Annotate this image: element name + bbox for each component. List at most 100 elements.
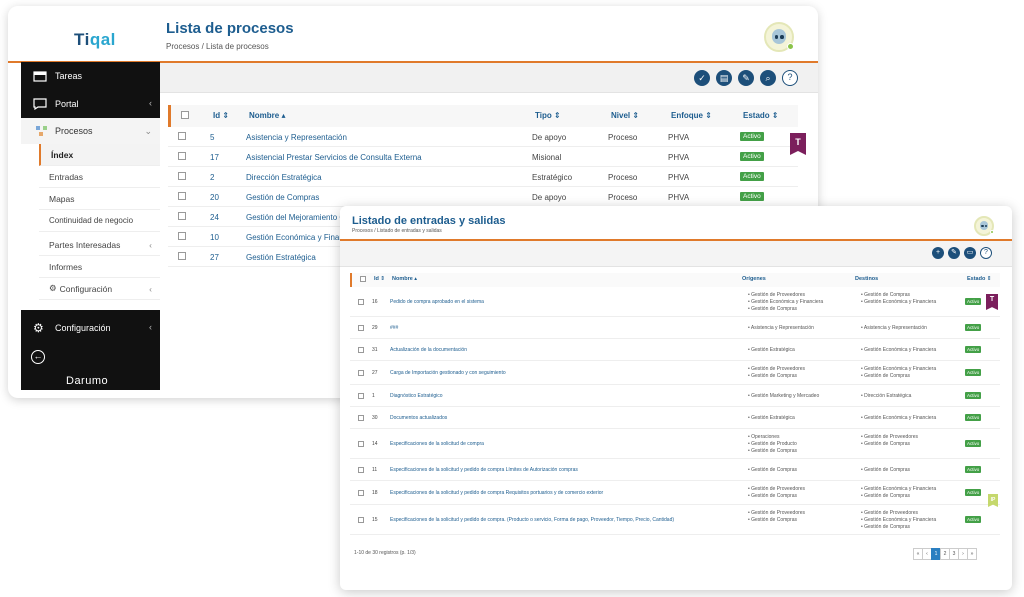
cell-nombre[interactable]: Especificaciones de la solicitud de comp… — [390, 441, 484, 447]
cell-nombre[interactable]: Pedido de compra aprobado en el sistema — [390, 299, 484, 305]
sidebar-item-configuracion[interactable]: ⚙ Configuración ‹ — [21, 316, 160, 340]
select-all-checkbox[interactable] — [360, 276, 366, 282]
cell-id[interactable]: 1 — [372, 393, 375, 399]
table-row[interactable]: 11 Especificaciones de la solicitud y ped… — [350, 459, 1000, 481]
sidebar-item-tareas[interactable]: Tareas — [21, 64, 160, 88]
cell-id[interactable]: 24 — [210, 213, 219, 222]
cell-nombre[interactable]: Dirección Estratégica — [246, 173, 322, 182]
sidebar-item-procesos[interactable]: Procesos ⌄ — [21, 118, 160, 144]
cell-id[interactable]: 15 — [372, 517, 378, 523]
page-button[interactable]: » — [967, 548, 977, 560]
row-checkbox[interactable] — [358, 325, 364, 331]
row-checkbox[interactable] — [178, 192, 186, 200]
edit-button[interactable]: ✎ — [738, 70, 754, 86]
submenu-partes[interactable]: Partes Interesadas ‹ — [39, 234, 160, 256]
cell-nombre[interactable]: Documentos actualizados — [390, 415, 447, 421]
check-button[interactable]: ✓ — [694, 70, 710, 86]
help-button[interactable]: ? — [782, 70, 798, 86]
row-checkbox[interactable] — [358, 370, 364, 376]
table-row[interactable]: 16 Pedido de compra aprobado en el sistem… — [350, 287, 1000, 317]
submenu-index[interactable]: Índex — [39, 144, 160, 166]
row-checkbox[interactable] — [358, 299, 364, 305]
cell-nombre[interactable]: Asistencia y Representación — [246, 133, 347, 142]
cell-nombre[interactable]: Carga de Importación gestionado y con se… — [390, 370, 506, 376]
table-row[interactable]: 30 Documentos actualizados • Gestión Estra… — [350, 407, 1000, 429]
col-nivel[interactable]: Nivel ⇕ — [611, 111, 639, 120]
table-row[interactable]: 15 Especificaciones de la solicitud y ped… — [350, 505, 1000, 535]
table-row[interactable]: 2 Dirección Estratégica Estratégico Proceso… — [168, 167, 798, 187]
row-checkbox[interactable] — [358, 393, 364, 399]
submenu-entradas[interactable]: Entradas — [39, 166, 160, 188]
row-checkbox[interactable] — [358, 467, 364, 473]
breadcrumb-item[interactable]: Procesos — [166, 42, 199, 51]
submenu-informes[interactable]: Informes — [39, 256, 160, 278]
row-checkbox[interactable] — [358, 441, 364, 447]
submenu-mapas[interactable]: Mapas — [39, 188, 160, 210]
cell-id[interactable]: 17 — [210, 153, 219, 162]
sidebar-item-portal[interactable]: Portal ‹ — [21, 92, 160, 116]
help-button[interactable]: ? — [980, 247, 992, 259]
col-tipo[interactable]: Tipo ⇕ — [535, 111, 561, 120]
cell-nombre[interactable]: Gestión de Compras — [246, 193, 319, 202]
row-checkbox[interactable] — [178, 232, 186, 240]
submenu-configuracion[interactable]: ⚙ Configuración ‹ — [39, 278, 160, 300]
cell-nombre[interactable]: Especificaciones de la solicitud y pedid… — [390, 517, 674, 523]
cell-nombre[interactable]: Diagnóstico Estratégico — [390, 393, 443, 399]
table-row[interactable]: 29 ### • Asistencia y Representación • Asis… — [350, 317, 1000, 339]
table-row[interactable]: 20 Gestión de Compras De apoyo Proceso PHVA A… — [168, 187, 798, 207]
cell-id[interactable]: 20 — [210, 193, 219, 202]
table-row[interactable]: 14 Especificaciones de la solicitud de co… — [350, 429, 1000, 459]
search-button[interactable]: ⌕ — [760, 70, 776, 86]
cell-nombre[interactable]: Asistencial Prestar Servicios de Consult… — [246, 153, 422, 162]
row-checkbox[interactable] — [358, 347, 364, 353]
breadcrumb-item[interactable]: Procesos — [352, 228, 373, 234]
cell-id[interactable]: 18 — [372, 490, 378, 496]
col-id[interactable]: Id ⇕ — [213, 111, 229, 120]
cell-nombre[interactable]: Actualización de la documentación — [390, 347, 467, 353]
table-row[interactable]: 31 Actualización de la documentación • Ges… — [350, 339, 1000, 361]
table-row[interactable]: 5 Asistencia y Representación De apoyo Proc… — [168, 127, 798, 147]
row-checkbox[interactable] — [358, 415, 364, 421]
col-estado[interactable]: Estado ⇕ — [967, 276, 991, 282]
col-nombre[interactable]: Nombre ▴ — [392, 276, 417, 282]
cell-id[interactable]: 27 — [372, 370, 378, 376]
floating-tag[interactable]: T — [790, 133, 806, 155]
avatar[interactable] — [974, 216, 994, 236]
table-row[interactable]: 17 Asistencial Prestar Servicios de Consu… — [168, 147, 798, 167]
table-row[interactable]: 1 Diagnóstico Estratégico • Gestión Market… — [350, 385, 1000, 407]
cell-id[interactable]: 5 — [210, 133, 214, 142]
cell-id[interactable]: 31 — [372, 347, 378, 353]
cell-id[interactable]: 27 — [210, 253, 219, 262]
col-enfoque[interactable]: Enfoque ⇕ — [671, 111, 712, 120]
cell-nombre[interactable]: Gestión Estratégica — [246, 253, 316, 262]
row-checkbox[interactable] — [178, 152, 186, 160]
col-id[interactable]: Id ⇕ — [374, 276, 385, 282]
table-row[interactable]: 27 Carga de Importación gestionado y con … — [350, 361, 1000, 385]
cell-nombre[interactable]: ### — [390, 325, 398, 331]
col-estado[interactable]: Estado ⇕ — [743, 111, 779, 120]
row-checkbox[interactable] — [178, 132, 186, 140]
cell-id[interactable]: 10 — [210, 233, 219, 242]
collapse-sidebar-icon[interactable]: ← — [31, 350, 45, 364]
select-all-checkbox[interactable] — [181, 111, 189, 119]
cell-nombre[interactable]: Especificaciones de la solicitud y pedid… — [390, 467, 578, 473]
cell-id[interactable]: 29 — [372, 325, 378, 331]
row-checkbox[interactable] — [178, 252, 186, 260]
app-logo[interactable]: Tiqal — [74, 30, 116, 50]
submenu-continuidad[interactable]: Continuidad de negocio — [39, 210, 160, 232]
cell-id[interactable]: 14 — [372, 441, 378, 447]
row-checkbox[interactable] — [178, 212, 186, 220]
avatar[interactable] — [764, 22, 794, 52]
col-nombre[interactable]: Nombre ▴ — [249, 111, 285, 120]
cell-id[interactable]: 2 — [210, 173, 214, 182]
row-checkbox[interactable] — [358, 517, 364, 523]
print-button[interactable]: ▭ — [964, 247, 976, 259]
add-button[interactable]: + — [932, 247, 944, 259]
table-row[interactable]: 18 Especificaciones de la solicitud y ped… — [350, 481, 1000, 505]
row-checkbox[interactable] — [358, 490, 364, 496]
cell-id[interactable]: 11 — [372, 467, 377, 473]
cell-nombre[interactable]: Especificaciones de la solicitud y pedid… — [390, 490, 603, 496]
cell-id[interactable]: 16 — [372, 299, 378, 305]
edit-button[interactable]: ✎ — [948, 247, 960, 259]
document-button[interactable]: ▤ — [716, 70, 732, 86]
